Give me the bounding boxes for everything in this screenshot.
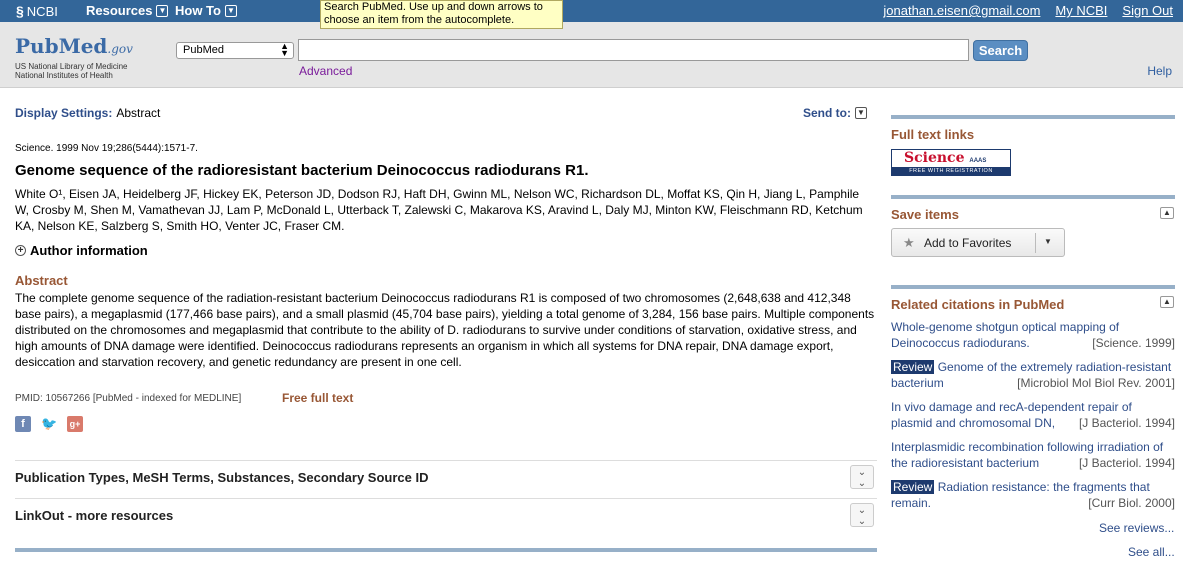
- account-links: jonathan.eisen@gmail.com My NCBI Sign Ou…: [883, 3, 1173, 18]
- related-citation-title[interactable]: Whole-genome shotgun optical mapping of …: [891, 320, 1119, 350]
- display-settings-link[interactable]: Display Settings:: [15, 106, 112, 120]
- database-select[interactable]: PubMed ▲ ▼: [176, 42, 294, 59]
- add-to-favorites-label: Add to Favorites: [924, 236, 1012, 250]
- user-email-link[interactable]: jonathan.eisen@gmail.com: [883, 3, 1040, 18]
- related-citation[interactable]: In vivo damage and recA-dependent repair…: [891, 399, 1175, 431]
- my-ncbi-link[interactable]: My NCBI: [1055, 3, 1107, 18]
- chevron-down-icon[interactable]: ▼: [855, 107, 867, 119]
- abstract-text: The complete genome sequence of the radi…: [15, 291, 875, 369]
- pubmed-logo-suffix: .gov: [107, 42, 133, 56]
- resources-label: Resources: [86, 3, 153, 18]
- journal-link[interactable]: Science.: [15, 143, 53, 154]
- full-text-links-heading: Full text links: [891, 127, 975, 142]
- related-citation-source: [Science. 1999]: [1092, 336, 1175, 350]
- related-citation[interactable]: Review Radiation resistance: the fragmen…: [891, 479, 1175, 511]
- related-citation-source: [Curr Biol. 2000]: [1088, 496, 1175, 510]
- display-settings-value: Abstract: [116, 106, 161, 120]
- sidebar-divider: [891, 285, 1175, 289]
- authors-line-3[interactable]: KA, Nelson KE, Salzberg S, Smith HO, Ven…: [15, 219, 344, 233]
- caret-down-icon[interactable]: ▼: [1044, 237, 1052, 246]
- help-link[interactable]: Help: [1147, 64, 1172, 78]
- review-badge: Review: [891, 360, 935, 374]
- send-to-link[interactable]: Send to:: [803, 106, 851, 120]
- related-citation[interactable]: Whole-genome shotgun optical mapping of …: [891, 319, 1175, 351]
- social-share: f 🐦 g+: [15, 416, 83, 432]
- pmid: PMID: 10567266 [PubMed - indexed for MED…: [15, 393, 242, 404]
- star-icon: ★: [903, 235, 915, 250]
- collapse-icon[interactable]: ▲: [1160, 296, 1174, 308]
- ncbi-helix-icon: §: [16, 3, 24, 19]
- related-citations-heading: Related citations in PubMed: [891, 297, 1065, 312]
- nlm-line-1: US National Library of Medicine: [15, 62, 128, 71]
- linkout-label: LinkOut - more resources: [15, 508, 174, 523]
- search-button[interactable]: Search: [973, 40, 1028, 61]
- science-full-text-badge[interactable]: Science AAAS FREE WITH REGISTRATION: [891, 149, 1011, 176]
- citation-details: 1999 Nov 19;286(5444):1571-7.: [56, 143, 198, 154]
- sidebar-divider: [891, 195, 1175, 199]
- search-input[interactable]: [298, 39, 969, 61]
- free-full-text-link[interactable]: Free full text: [282, 391, 353, 405]
- facebook-icon[interactable]: f: [15, 416, 31, 432]
- see-all-link[interactable]: See all...: [1128, 545, 1175, 559]
- abstract-heading: Abstract: [15, 273, 68, 288]
- related-citation[interactable]: Interplasmidic recombination following i…: [891, 439, 1175, 471]
- add-to-favorites-button[interactable]: ★ Add to Favorites ▼: [891, 228, 1065, 257]
- autocomplete-tooltip: Search PubMed. Use up and down arrows to…: [320, 0, 563, 29]
- content-divider: [15, 548, 877, 552]
- publication-types-section[interactable]: Publication Types, MeSH Terms, Substance…: [15, 460, 877, 496]
- related-citation-source: [J Bacteriol. 1994]: [1078, 456, 1175, 470]
- science-badge-title: Science AAAS: [892, 150, 1010, 167]
- howto-menu[interactable]: How To ▼: [175, 3, 237, 18]
- advanced-search-link[interactable]: Advanced: [299, 64, 352, 78]
- ncbi-top-bar: § NCBI Resources ▼ How To ▼ jonathan.eis…: [0, 0, 1183, 22]
- science-badge-subtitle: FREE WITH REGISTRATION: [909, 168, 993, 174]
- linkout-section[interactable]: LinkOut - more resources ⌄ ⌄: [15, 498, 877, 534]
- related-citation[interactable]: Review Genome of the extremely radiation…: [891, 359, 1175, 391]
- author-information-toggle[interactable]: + Author information: [15, 243, 148, 258]
- double-chevron-down-icon[interactable]: ⌄ ⌄: [850, 465, 874, 489]
- google-plus-icon[interactable]: g+: [67, 416, 83, 432]
- author-list: White O¹, Eisen JA, Heidelberg JF, Hicke…: [15, 186, 877, 234]
- nlm-line-2: National Institutes of Health: [15, 71, 113, 80]
- search-header: PubMed.gov US National Library of Medici…: [0, 22, 1183, 88]
- resources-menu[interactable]: Resources ▼: [86, 3, 169, 18]
- ncbi-logo[interactable]: § NCBI: [16, 3, 58, 19]
- chevron-down-icon: ▼: [156, 4, 169, 17]
- related-citation-source: [Microbiol Mol Biol Rev. 2001]: [1017, 376, 1175, 390]
- collapse-icon[interactable]: ▲: [1160, 207, 1174, 219]
- authors-line-2[interactable]: W, Crosby M, Shen M, Vamathevan JJ, Lam …: [15, 203, 863, 217]
- double-chevron-down-icon[interactable]: ⌄ ⌄: [850, 503, 874, 527]
- publication-types-label: Publication Types, MeSH Terms, Substance…: [15, 470, 429, 485]
- sidebar-divider: [891, 115, 1175, 119]
- see-reviews-link[interactable]: See reviews...: [1099, 521, 1174, 535]
- related-citation-source: [J Bacteriol. 1994]: [1078, 416, 1175, 430]
- authors-line-1[interactable]: White O¹, Eisen JA, Heidelberg JF, Hicke…: [15, 187, 859, 201]
- button-separator: [1035, 233, 1036, 253]
- send-to[interactable]: Send to: ▼: [803, 106, 867, 120]
- display-settings: Display Settings: Abstract: [15, 106, 160, 120]
- howto-label: How To: [175, 3, 221, 18]
- pubmed-logo[interactable]: PubMed.gov: [15, 34, 133, 58]
- database-select-value: PubMed: [183, 44, 224, 56]
- chevron-down-icon: ▼: [224, 4, 237, 17]
- sign-out-link[interactable]: Sign Out: [1122, 3, 1173, 18]
- pubmed-logo-text: PubMed: [15, 34, 108, 58]
- twitter-icon[interactable]: 🐦: [41, 416, 57, 432]
- article-title: Genome sequence of the radioresistant ba…: [15, 162, 589, 179]
- citation: Science. 1999 Nov 19;286(5444):1571-7.: [15, 143, 198, 154]
- expand-plus-icon: +: [15, 245, 26, 256]
- author-information-label: Author information: [30, 243, 148, 258]
- select-arrows-icon: ▲ ▼: [280, 41, 289, 58]
- review-badge: Review: [891, 480, 935, 494]
- nlm-credit: US National Library of Medicine National…: [15, 62, 128, 80]
- ncbi-logo-text: NCBI: [26, 3, 58, 19]
- save-items-heading: Save items: [891, 207, 959, 222]
